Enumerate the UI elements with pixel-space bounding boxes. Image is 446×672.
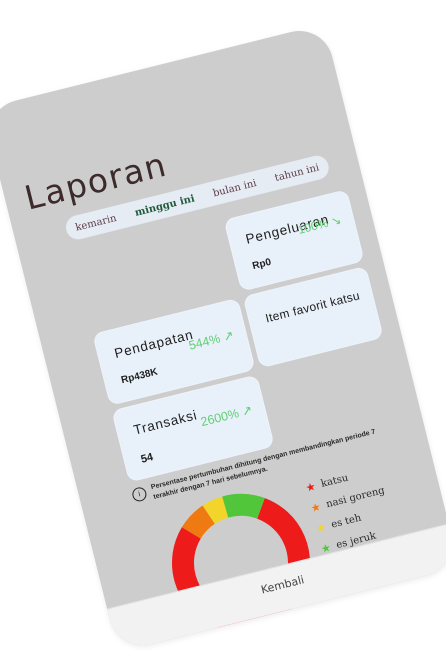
card-label: Transaksi <box>131 407 199 438</box>
star-icon: ★ <box>309 500 323 516</box>
star-icon: ★ <box>304 479 318 495</box>
card-label: Item favorit katsu <box>263 288 362 326</box>
tab-minggu-ini[interactable]: minggu ini <box>134 193 196 218</box>
card-label: Pendapatan <box>112 326 195 361</box>
slice-nasi-goreng <box>181 505 216 540</box>
card-value: 54 <box>139 451 155 466</box>
card-value: Rp438K <box>120 366 159 387</box>
legend-label: katsu <box>319 472 350 490</box>
legend-label: es teh <box>330 512 363 531</box>
change-indicator: 544% ↗ <box>187 328 236 353</box>
change-indicator: 2600% ↗ <box>199 402 254 430</box>
card-value: Rp0 <box>251 256 273 273</box>
star-icon: ★ <box>314 520 328 536</box>
tab-bulan-ini[interactable]: bulan ini <box>212 178 258 199</box>
slice-es-jeruk <box>222 493 265 519</box>
slice-es-teh <box>202 496 229 525</box>
phone-frame: Laporan kemarin minggu ini bulan ini tah… <box>0 23 446 653</box>
tab-kemarin[interactable]: kemarin <box>74 212 117 233</box>
tab-tahun-ini[interactable]: tahun ini <box>274 162 321 184</box>
info-icon: i <box>130 485 148 503</box>
